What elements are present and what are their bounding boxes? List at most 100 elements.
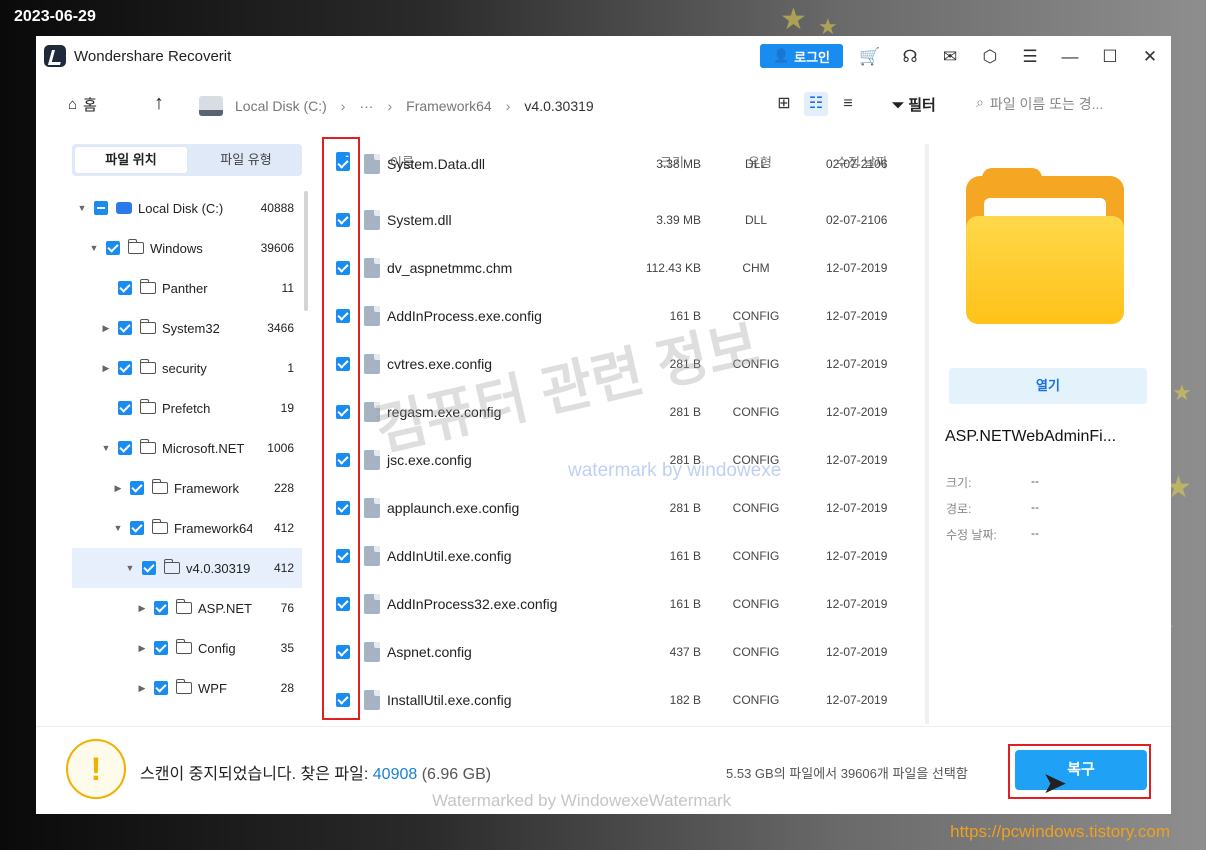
tree-checkbox[interactable] (118, 401, 132, 415)
chevron-down-icon[interactable]: ▼ (124, 563, 136, 573)
tree-checkbox[interactable] (94, 201, 108, 215)
tree-item-label: WPF (198, 680, 227, 696)
file-name: System.Data.dll (387, 156, 486, 172)
tree-checkbox[interactable] (106, 241, 120, 255)
file-date: 12-07-2019 (826, 693, 888, 707)
file-date: 12-07-2019 (826, 597, 888, 611)
chevron-down-icon[interactable]: ▼ (88, 243, 100, 253)
chevron-right-icon[interactable]: ▶ (136, 643, 148, 654)
preview-date-value: -- (1031, 526, 1039, 540)
tree-item[interactable]: ▼ Microsoft.NET 1006 (72, 428, 302, 468)
chevron-right-icon[interactable]: ▶ (100, 323, 112, 334)
tree-item[interactable]: ▶ Config 35 (72, 628, 302, 668)
tree-checkbox[interactable] (118, 441, 132, 455)
crumb-framework64[interactable]: Framework64 (406, 98, 492, 114)
preview-path-label: 경로: (946, 502, 972, 516)
file-row[interactable]: dv_aspnetmmc.chm 112.43 KB CHM 12-07-2019 (326, 244, 926, 292)
detail-list-view-icon[interactable]: ☷ (804, 92, 828, 116)
tree-checkbox[interactable] (118, 321, 132, 335)
mouse-cursor-icon: ➤ (1042, 767, 1068, 800)
tree-checkbox[interactable] (130, 521, 144, 535)
file-name: dv_aspnetmmc.chm (387, 260, 513, 276)
file-row[interactable]: AddInProcess32.exe.config 161 B CONFIG 12-0… (326, 580, 926, 628)
tree-item[interactable]: Prefetch 19 (72, 388, 302, 428)
list-view-icon[interactable]: ≡ (836, 92, 860, 116)
file-row[interactable]: applaunch.exe.config 281 B CONFIG 12-07-201… (326, 484, 926, 532)
file-type: CONFIG (732, 549, 780, 563)
file-row[interactable]: InstallUtil.exe.config 182 B CONFIG 12-07-2… (326, 676, 926, 724)
file-date: 12-07-2019 (826, 501, 888, 515)
tree-item[interactable]: ▼ Framework64 412 (72, 508, 302, 548)
file-row[interactable]: AddInUtil.exe.config 161 B CONFIG 12-07-201… (326, 532, 926, 580)
filter-button[interactable]: ⏷ 필터 (892, 94, 936, 115)
tab-file-type[interactable]: 파일 유형 (190, 144, 302, 176)
tree-item[interactable]: ▶ Framework 228 (72, 468, 302, 508)
login-label: 로그인 (794, 49, 831, 65)
file-row[interactable]: Aspnet.config 437 B CONFIG 12-07-2019 (326, 628, 926, 676)
minimize-icon[interactable]: — (1059, 46, 1081, 68)
tree-item[interactable]: ▼ Windows 39606 (72, 228, 302, 268)
file-list-scrollbar[interactable] (925, 144, 929, 724)
chevron-down-icon[interactable]: ▼ (112, 523, 124, 533)
chevron-right-icon[interactable]: ▶ (112, 483, 124, 494)
tree-checkbox[interactable] (142, 561, 156, 575)
close-icon[interactable]: ✕ (1139, 46, 1161, 68)
cube-icon[interactable]: ⬡ (979, 46, 1001, 68)
crumb-ellipsis[interactable]: ··· (359, 98, 373, 114)
tree-item[interactable]: Panther 11 (72, 268, 302, 308)
menu-list-icon[interactable]: ☰ (1019, 46, 1041, 68)
open-button[interactable]: 열기 (949, 368, 1147, 404)
grid-view-icon[interactable]: ⊞ (772, 92, 796, 116)
chevron-down-icon[interactable]: ▼ (100, 443, 112, 453)
file-type: DLL (744, 157, 767, 171)
tree-item[interactable]: ▶ WPF 28 (72, 668, 302, 708)
user-icon: 👤 (772, 48, 790, 63)
tree-item-label: System32 (162, 320, 220, 336)
maximize-icon[interactable]: ☐ (1099, 46, 1121, 68)
tree-scrollbar[interactable] (304, 191, 308, 311)
tree-item-count: 76 (280, 601, 294, 615)
tree-checkbox[interactable] (154, 681, 168, 695)
preview-size-value: -- (1031, 474, 1039, 488)
tree-item[interactable]: ▶ System32 3466 (72, 308, 302, 348)
headset-support-icon[interactable]: ☊ (899, 46, 921, 68)
login-button[interactable]: 👤 로그인 (760, 44, 843, 68)
folder-icon (128, 239, 144, 254)
file-row[interactable]: System.dll 3.39 MB DLL 02-07-2106 (326, 196, 926, 244)
crumb-separator-icon: › (340, 98, 346, 114)
home-label: 홈 (83, 97, 97, 114)
tree-checkbox[interactable] (118, 281, 132, 295)
up-arrow-icon[interactable]: ↑ (154, 92, 164, 115)
tree-item[interactable]: ▼ Local Disk (C:) 40888 (72, 188, 302, 228)
tree-checkbox[interactable] (154, 641, 168, 655)
tree-item[interactable]: ▶ ASP.NETW... 76 (72, 588, 302, 628)
file-size: 3.39 MB (656, 213, 701, 227)
tree-item[interactable]: ▶ security 1 (72, 348, 302, 388)
tree-item-count: 412 (273, 561, 294, 575)
file-name: applaunch.exe.config (387, 500, 520, 516)
chevron-down-icon[interactable]: ▼ (76, 203, 88, 213)
cart-icon[interactable]: 🛒 (859, 46, 881, 68)
tree-checkbox[interactable] (130, 481, 144, 495)
tree-checkbox[interactable] (118, 361, 132, 375)
found-count: 40908 (372, 766, 418, 783)
app-title: Wondershare Recoverit (74, 48, 232, 65)
mail-icon[interactable]: ✉ (939, 46, 961, 68)
tree-item-label: security (162, 360, 207, 376)
location-type-tabs: 파일 위치 파일 유형 (72, 144, 302, 176)
tree-item-label: Framework (174, 480, 240, 496)
breadcrumb: Local Disk (C:) › ··· › Framework64 › v4… (199, 96, 594, 116)
tree-item-count: 19 (280, 401, 294, 415)
tree-item[interactable]: ▼ v4.0.30319 412 (72, 548, 302, 588)
tree-item-count: 28 (280, 681, 294, 695)
tree-item-count: 1 (287, 361, 294, 375)
crumb-local-disk[interactable]: Local Disk (C:) (235, 98, 327, 114)
search-input[interactable]: ⌕ 파일 이름 또는 경... (976, 94, 1103, 114)
tree-checkbox[interactable] (154, 601, 168, 615)
file-row[interactable]: System.Data.dll 3.38 MB DLL 02-07-2106 (326, 154, 926, 178)
chevron-right-icon[interactable]: ▶ (136, 603, 148, 614)
chevron-right-icon[interactable]: ▶ (136, 683, 148, 694)
chevron-right-icon[interactable]: ▶ (100, 363, 112, 374)
home-button[interactable]: ⌂ 홈 (68, 94, 97, 115)
tab-file-location[interactable]: 파일 위치 (75, 147, 187, 173)
